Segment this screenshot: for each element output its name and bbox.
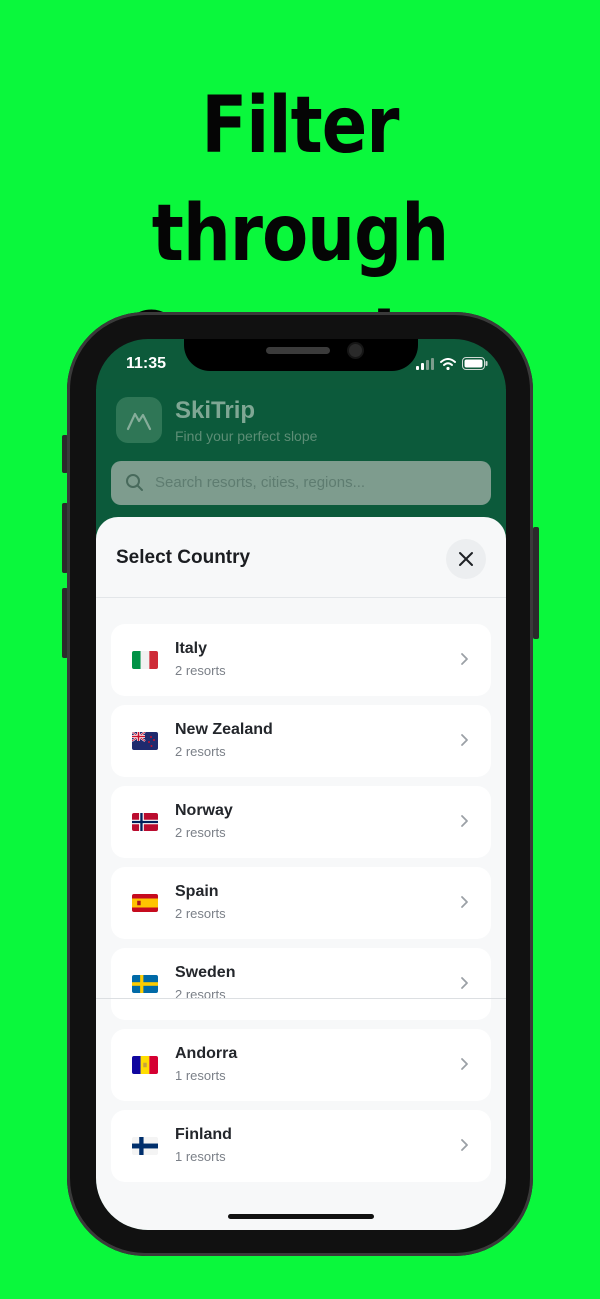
country-row-norway[interactable]: Norway 2 resorts [111, 786, 491, 858]
sheet-title: Select Country [116, 547, 251, 568]
flag-finland-icon [132, 1137, 158, 1155]
flag-norway-icon [132, 813, 158, 831]
flag-sweden-icon [132, 975, 158, 993]
battery-icon [462, 357, 488, 370]
country-row-new-zealand[interactable]: New Zealand 2 resorts [111, 705, 491, 777]
app-subtitle: Find your perfect slope [175, 428, 318, 444]
search-placeholder: Search resorts, cities, regions... [155, 474, 366, 491]
country-row-italy[interactable]: Italy 2 resorts [111, 624, 491, 696]
sheet-divider [96, 597, 506, 598]
resort-count: 2 resorts [175, 663, 226, 678]
close-button[interactable] [446, 539, 486, 579]
status-time: 11:35 [126, 355, 167, 372]
flag-andorra-icon [132, 1056, 158, 1074]
signal-icon [416, 357, 434, 370]
country-name: Finland [175, 1126, 232, 1143]
app-title: SkiTrip [175, 397, 256, 424]
country-name: Andorra [175, 1045, 238, 1062]
flag-new-zealand-icon [132, 732, 158, 750]
resort-count: 1 resorts [175, 1068, 226, 1083]
resort-count: 2 resorts [175, 744, 226, 759]
country-name: Sweden [175, 964, 236, 981]
chevron-right-icon [461, 1058, 468, 1070]
wifi-icon [440, 357, 456, 370]
chevron-right-icon [461, 815, 468, 827]
separator-line [96, 998, 506, 999]
country-name: New Zealand [175, 721, 273, 738]
chevron-right-icon [461, 977, 468, 989]
phone-speaker [266, 347, 330, 354]
chevron-right-icon [461, 896, 468, 908]
country-row-spain[interactable]: Spain 2 resorts [111, 867, 491, 939]
country-name: Norway [175, 802, 233, 819]
search-icon [126, 474, 143, 491]
resort-count: 2 resorts [175, 825, 226, 840]
country-sheet: Select Country Italy 2 resorts New Zeala… [96, 517, 506, 1230]
flag-italy-icon [132, 651, 158, 669]
home-indicator[interactable] [228, 1214, 374, 1219]
resort-count: 2 resorts [175, 987, 226, 1002]
chevron-right-icon [461, 653, 468, 665]
headline-line-1: Filter through [151, 81, 449, 279]
country-name: Italy [175, 640, 208, 657]
country-row-finland[interactable]: Finland 1 resorts [111, 1110, 491, 1182]
phone-power-button [533, 527, 539, 639]
chevron-right-icon [461, 1139, 468, 1151]
country-row-andorra[interactable]: Andorra 1 resorts [111, 1029, 491, 1101]
resort-count: 1 resorts [175, 1149, 226, 1164]
app-header: SkiTrip Find your perfect slope Search r… [96, 389, 506, 529]
chevron-right-icon [461, 734, 468, 746]
country-list: Italy 2 resorts New Zealand 2 resorts No… [111, 624, 491, 1191]
phone-notch [184, 339, 418, 371]
phone-screen: 11:35 SkiTrip Find your perfect slope Se… [96, 339, 506, 1230]
flag-spain-icon [132, 894, 158, 912]
resort-count: 2 resorts [175, 906, 226, 921]
app-logo [116, 397, 162, 443]
country-row-sweden[interactable]: Sweden 2 resorts [111, 948, 491, 1020]
close-icon [459, 552, 473, 566]
phone-camera [349, 344, 362, 357]
search-bar[interactable]: Search resorts, cities, regions... [111, 461, 491, 505]
status-icons [416, 357, 488, 370]
country-name: Spain [175, 883, 219, 900]
mountain-icon [126, 412, 152, 431]
